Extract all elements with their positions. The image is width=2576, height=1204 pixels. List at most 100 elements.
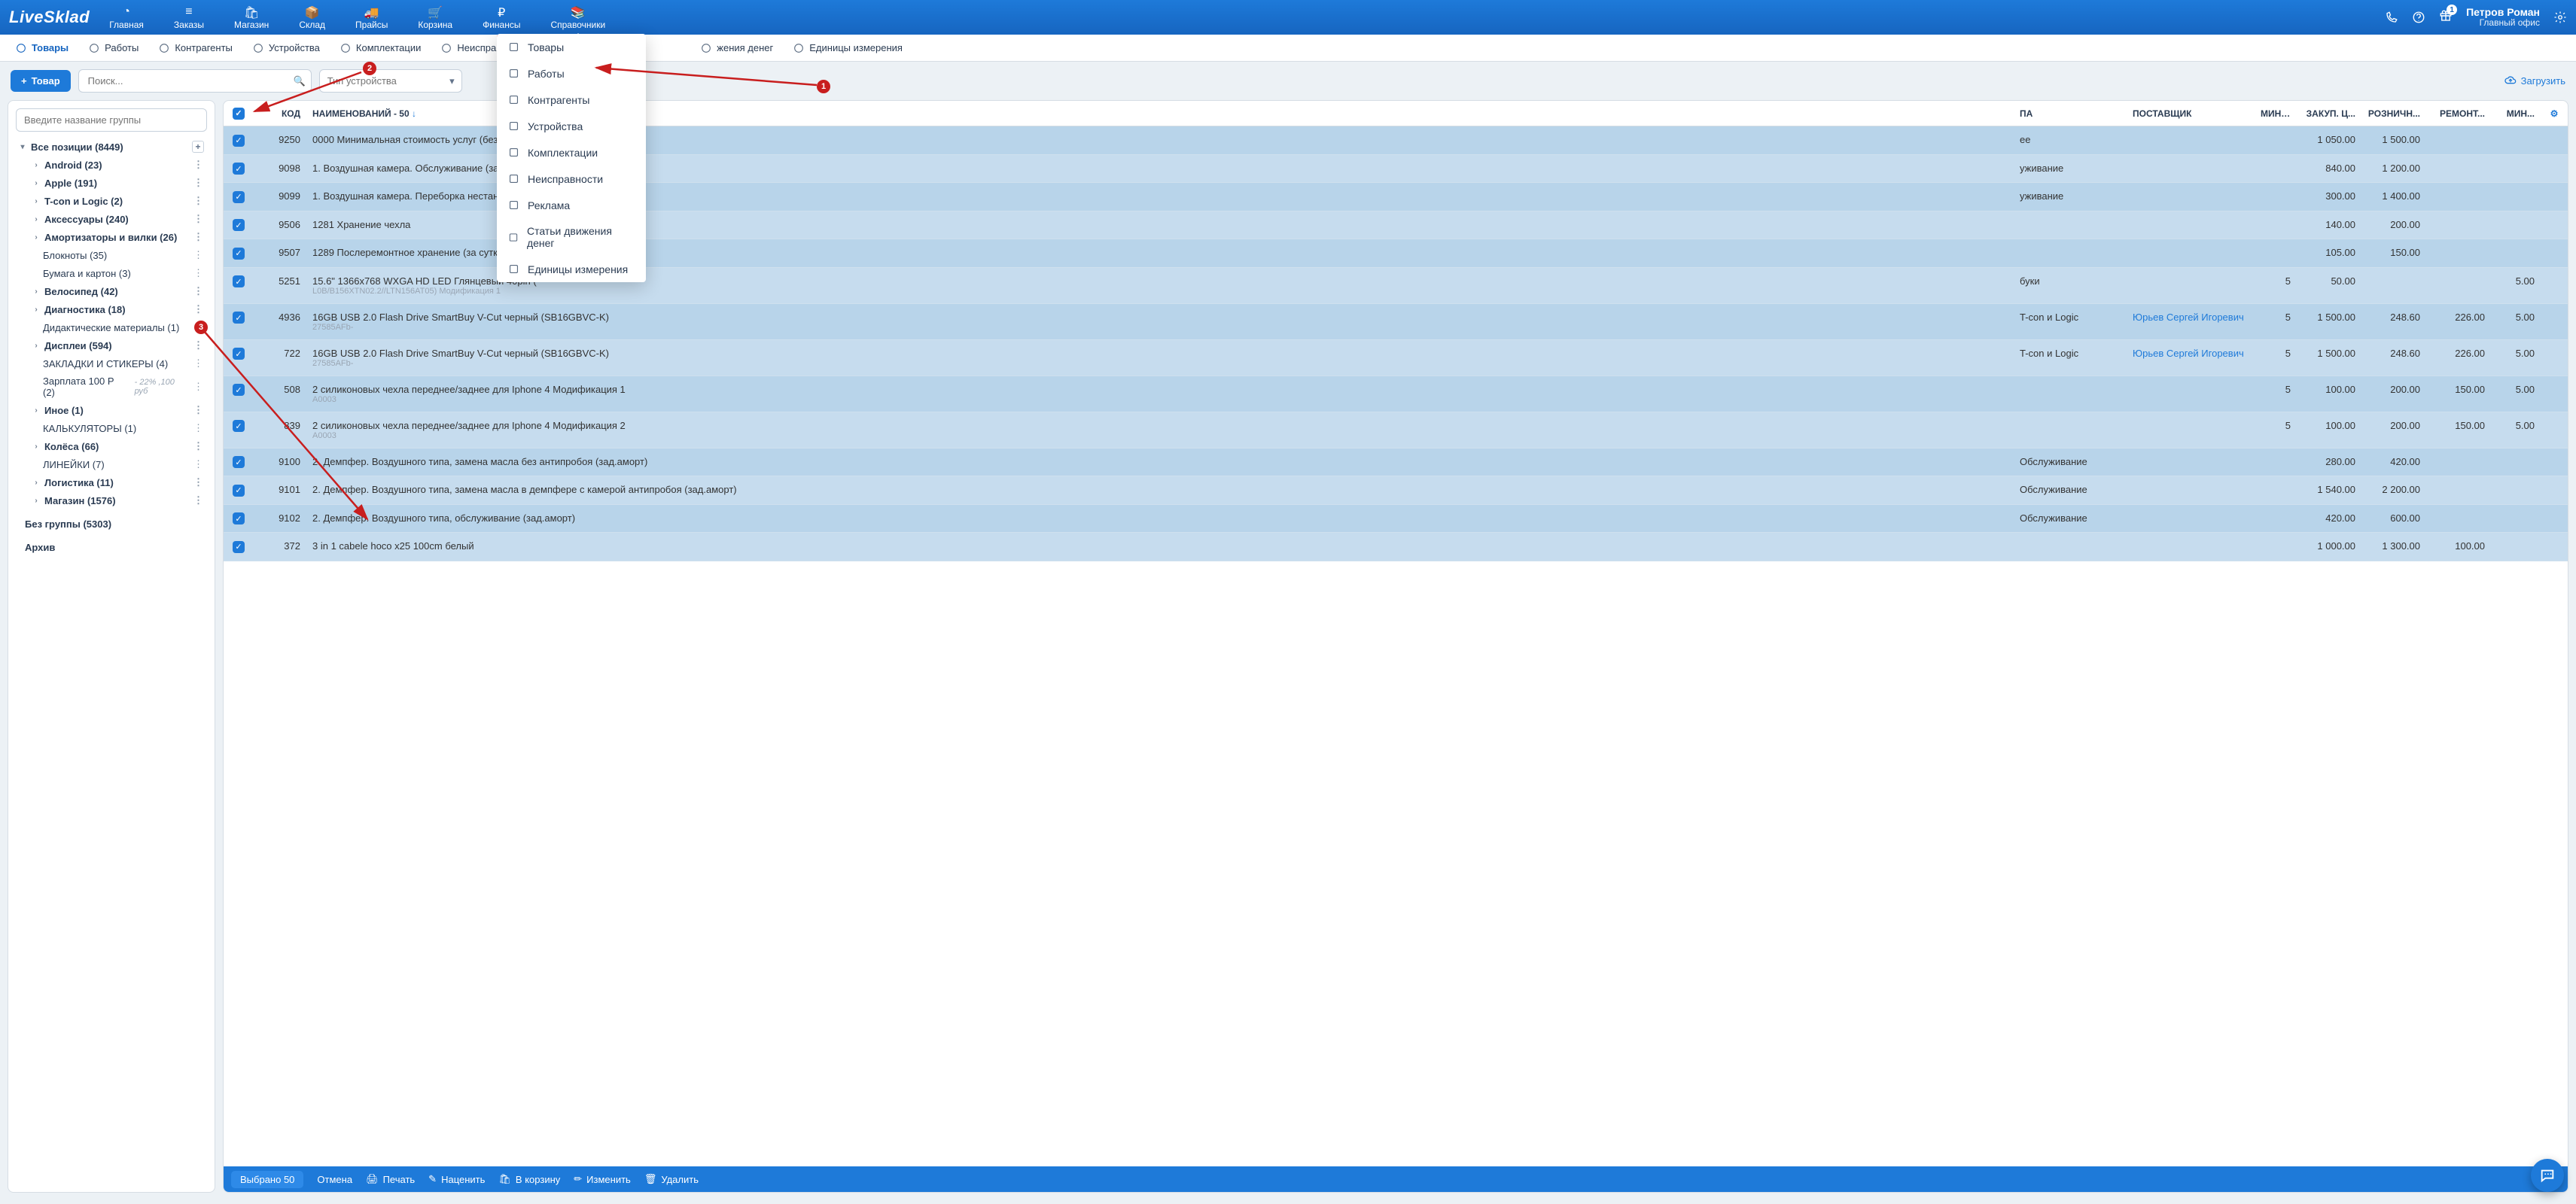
col-group[interactable]: ПА xyxy=(2014,104,2127,123)
tree-item[interactable]: ›Apple (191)⋮ xyxy=(16,174,207,192)
tree-item[interactable]: ›Диагностика (18)⋮ xyxy=(16,300,207,318)
subtab-жения денег[interactable]: жения денег xyxy=(696,39,778,57)
row-checkbox[interactable]: ✓ xyxy=(233,384,245,396)
table-row[interactable]: ✓8392 силиконовых чехла переднее/заднее … xyxy=(224,412,2568,448)
more-icon[interactable]: ⋮ xyxy=(193,404,204,416)
tree-item[interactable]: ›Велосипед (42)⋮ xyxy=(16,282,207,300)
tree-item[interactable]: ›Магазин (1576)⋮ xyxy=(16,491,207,509)
more-icon[interactable]: ⋮ xyxy=(193,195,204,207)
table-row[interactable]: ✓91012. Демпфер. Воздушного типа, замена… xyxy=(224,476,2568,505)
user-block[interactable]: Петров Роман Главный офис xyxy=(2466,6,2540,29)
tree-archive[interactable]: Архив xyxy=(16,539,207,556)
gear-icon[interactable] xyxy=(2553,11,2567,24)
cancel-selection[interactable]: Отмена xyxy=(317,1174,352,1185)
col-repair[interactable]: РЕМОНТ... xyxy=(2426,104,2491,123)
tree-item[interactable]: ›Android (23)⋮ xyxy=(16,156,207,174)
dropdown-item-Устройства[interactable]: Устройства xyxy=(497,113,646,139)
more-icon[interactable]: ⋮ xyxy=(193,422,204,434)
nav-Корзина[interactable]: 🛒Корзина xyxy=(413,4,457,32)
search-input[interactable] xyxy=(78,69,312,93)
nav-Магазин[interactable]: 🛍Магазин xyxy=(230,4,273,32)
col-buyprice[interactable]: ЗАКУП. Ц... xyxy=(2297,104,2361,123)
add-product-button[interactable]: +Товар xyxy=(11,70,71,92)
tree-item[interactable]: Бумага и картон (3)⋮ xyxy=(16,264,207,282)
row-checkbox[interactable]: ✓ xyxy=(233,456,245,468)
dropdown-item-Контрагенты[interactable]: Контрагенты xyxy=(497,87,646,113)
subtab-Единицы измерения[interactable]: Единицы измерения xyxy=(788,39,907,57)
row-checkbox[interactable]: ✓ xyxy=(233,541,245,553)
tree-root[interactable]: ▾ Все позиции (8449) + xyxy=(16,138,207,156)
more-icon[interactable]: ⋮ xyxy=(193,476,204,488)
tree-item[interactable]: Дидактические материалы (1)⋮ xyxy=(16,318,207,336)
help-icon[interactable] xyxy=(2412,11,2425,24)
subtab-Комплектации[interactable]: Комплектации xyxy=(335,39,425,57)
dropdown-item-Комплектации[interactable]: Комплектации xyxy=(497,139,646,166)
nav-Склад[interactable]: 📦Склад xyxy=(294,4,330,32)
dropdown-item-Товары[interactable]: Товары xyxy=(497,34,646,60)
tree-item[interactable]: ›T-con и Logic (2)⋮ xyxy=(16,192,207,210)
more-icon[interactable]: ⋮ xyxy=(193,303,204,315)
add-group-icon[interactable]: + xyxy=(192,141,204,153)
search-icon[interactable]: 🔍 xyxy=(293,75,305,87)
chat-fab[interactable] xyxy=(2531,1159,2564,1192)
table-row[interactable]: ✓493616GB USB 2.0 Flash Drive SmartBuy V… xyxy=(224,304,2568,340)
row-checkbox[interactable]: ✓ xyxy=(233,512,245,524)
row-checkbox[interactable]: ✓ xyxy=(233,248,245,260)
tree-item[interactable]: ЛИНЕЙКИ (7)⋮ xyxy=(16,455,207,473)
to-cart-button[interactable]: 🛍В корзину xyxy=(498,1173,560,1185)
nav-Главная[interactable]: ◔Главная xyxy=(105,4,148,32)
table-row[interactable]: ✓91002. Демпфер. Воздушного типа, замена… xyxy=(224,448,2568,477)
more-icon[interactable]: ⋮ xyxy=(193,177,204,189)
upload-button[interactable]: Загрузить xyxy=(2504,75,2565,87)
tree-nogroup[interactable]: Без группы (5303) xyxy=(16,515,207,533)
subtab-Работы[interactable]: Работы xyxy=(84,39,143,57)
tree-item[interactable]: ›Колёса (66)⋮ xyxy=(16,437,207,455)
col-code[interactable]: КОД xyxy=(254,104,306,123)
more-icon[interactable]: ⋮ xyxy=(193,357,204,369)
tree-item[interactable]: ›Дисплеи (594)⋮ xyxy=(16,336,207,354)
tree-item[interactable]: ЗАКЛАДКИ И СТИКЕРЫ (4)⋮ xyxy=(16,354,207,372)
tree-item[interactable]: ›Амортизаторы и вилки (26)⋮ xyxy=(16,228,207,246)
more-icon[interactable]: ⋮ xyxy=(193,267,204,279)
group-search-input[interactable] xyxy=(16,108,207,132)
nav-Заказы[interactable]: ≡Заказы xyxy=(169,4,209,32)
more-icon[interactable]: ⋮ xyxy=(193,285,204,297)
table-settings-icon[interactable]: ⚙ xyxy=(2541,104,2568,123)
subtab-Товары[interactable]: Товары xyxy=(11,39,73,57)
more-icon[interactable]: ⋮ xyxy=(193,159,204,171)
dropdown-item-Статьи движения денег[interactable]: Статьи движения денег xyxy=(497,218,646,256)
phone-icon[interactable] xyxy=(2385,11,2398,24)
tree-item[interactable]: ›Иное (1)⋮ xyxy=(16,401,207,419)
dropdown-item-Неисправности[interactable]: Неисправности xyxy=(497,166,646,192)
delete-button[interactable]: 🗑Удалить xyxy=(644,1173,699,1185)
tree-item[interactable]: Блокноты (35)⋮ xyxy=(16,246,207,264)
more-icon[interactable]: ⋮ xyxy=(193,440,204,452)
row-checkbox[interactable]: ✓ xyxy=(233,312,245,324)
dropdown-item-Работы[interactable]: Работы xyxy=(497,60,646,87)
col-min2[interactable]: МИН... xyxy=(2491,104,2541,123)
more-icon[interactable]: ⋮ xyxy=(193,213,204,225)
more-icon[interactable]: ⋮ xyxy=(193,494,204,506)
dropdown-item-Единицы измерения[interactable]: Единицы измерения xyxy=(497,256,646,282)
table-row[interactable]: ✓3723 in 1 cabele hoco x25 100cm белый1 … xyxy=(224,533,2568,561)
device-type-select[interactable] xyxy=(319,69,462,93)
more-icon[interactable]: ⋮ xyxy=(193,249,204,261)
col-supplier[interactable]: ПОСТАВЩИК xyxy=(2127,104,2255,123)
edit-button[interactable]: ✏Изменить xyxy=(574,1173,631,1185)
select-all-checkbox[interactable]: ✓ xyxy=(233,108,245,120)
col-min[interactable]: МИН. ... xyxy=(2255,104,2297,123)
more-icon[interactable]: ⋮ xyxy=(193,381,204,393)
table-row[interactable]: ✓91022. Демпфер. Воздушного типа, обслуж… xyxy=(224,505,2568,534)
tree-item[interactable]: Зарплата 100 Р (2)- 22% ,100 руб⋮ xyxy=(16,372,207,401)
nav-Справочники[interactable]: 📚Справочники xyxy=(546,4,610,32)
more-icon[interactable]: ⋮ xyxy=(193,231,204,243)
row-checkbox[interactable]: ✓ xyxy=(233,348,245,360)
table-row[interactable]: ✓5082 силиконовых чехла переднее/заднее … xyxy=(224,376,2568,412)
subtab-Устройства[interactable]: Устройства xyxy=(248,39,324,57)
row-checkbox[interactable]: ✓ xyxy=(233,191,245,203)
nav-Финансы[interactable]: ₽Финансы xyxy=(478,4,525,32)
row-checkbox[interactable]: ✓ xyxy=(233,219,245,231)
print-button[interactable]: 🖨Печать xyxy=(366,1173,415,1185)
col-retail[interactable]: РОЗНИЧН... xyxy=(2361,104,2426,123)
table-row[interactable]: ✓72216GB USB 2.0 Flash Drive SmartBuy V-… xyxy=(224,340,2568,376)
